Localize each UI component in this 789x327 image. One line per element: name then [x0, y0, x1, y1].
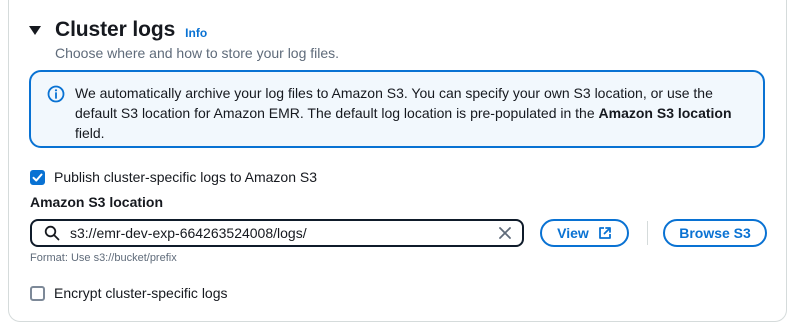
section-description: Choose where and how to store your log f…	[55, 45, 340, 61]
alert-text-bold: Amazon S3 location	[598, 105, 732, 121]
encrypt-logs-label: Encrypt cluster-specific logs	[54, 285, 228, 301]
section-header: Cluster logs Info	[29, 18, 207, 42]
encrypt-logs-checkbox[interactable]	[30, 285, 45, 301]
publish-logs-checkbox-row[interactable]: Publish cluster-specific logs to Amazon …	[30, 169, 317, 185]
checkmark-icon	[32, 173, 43, 181]
browse-s3-button[interactable]: Browse S3	[663, 219, 767, 247]
view-button-label: View	[557, 225, 589, 241]
info-alert: We automatically archive your log files …	[29, 70, 765, 148]
s3-location-input-wrapper[interactable]	[30, 219, 524, 247]
clear-icon[interactable]	[498, 226, 512, 240]
publish-logs-label: Publish cluster-specific logs to Amazon …	[54, 169, 318, 185]
external-link-icon	[598, 227, 611, 239]
info-circle-icon	[47, 85, 65, 103]
s3-location-input[interactable]	[70, 225, 490, 241]
cluster-logs-panel: Cluster logs Info Choose where and how t…	[8, 0, 787, 322]
section-title: Cluster logs	[55, 18, 176, 41]
s3-location-label: Amazon S3 location	[30, 194, 164, 210]
publish-logs-checkbox[interactable]	[30, 169, 45, 185]
encrypt-logs-checkbox-row[interactable]: Encrypt cluster-specific logs	[30, 285, 228, 301]
button-divider	[647, 221, 648, 245]
s3-location-hint: Format: Use s3://bucket/prefix	[30, 252, 177, 264]
alert-text-end: field.	[75, 125, 105, 141]
search-icon	[44, 225, 60, 241]
collapse-caret-icon[interactable]	[29, 25, 41, 35]
view-button[interactable]: View	[540, 219, 629, 247]
info-link[interactable]: Info	[185, 26, 207, 40]
